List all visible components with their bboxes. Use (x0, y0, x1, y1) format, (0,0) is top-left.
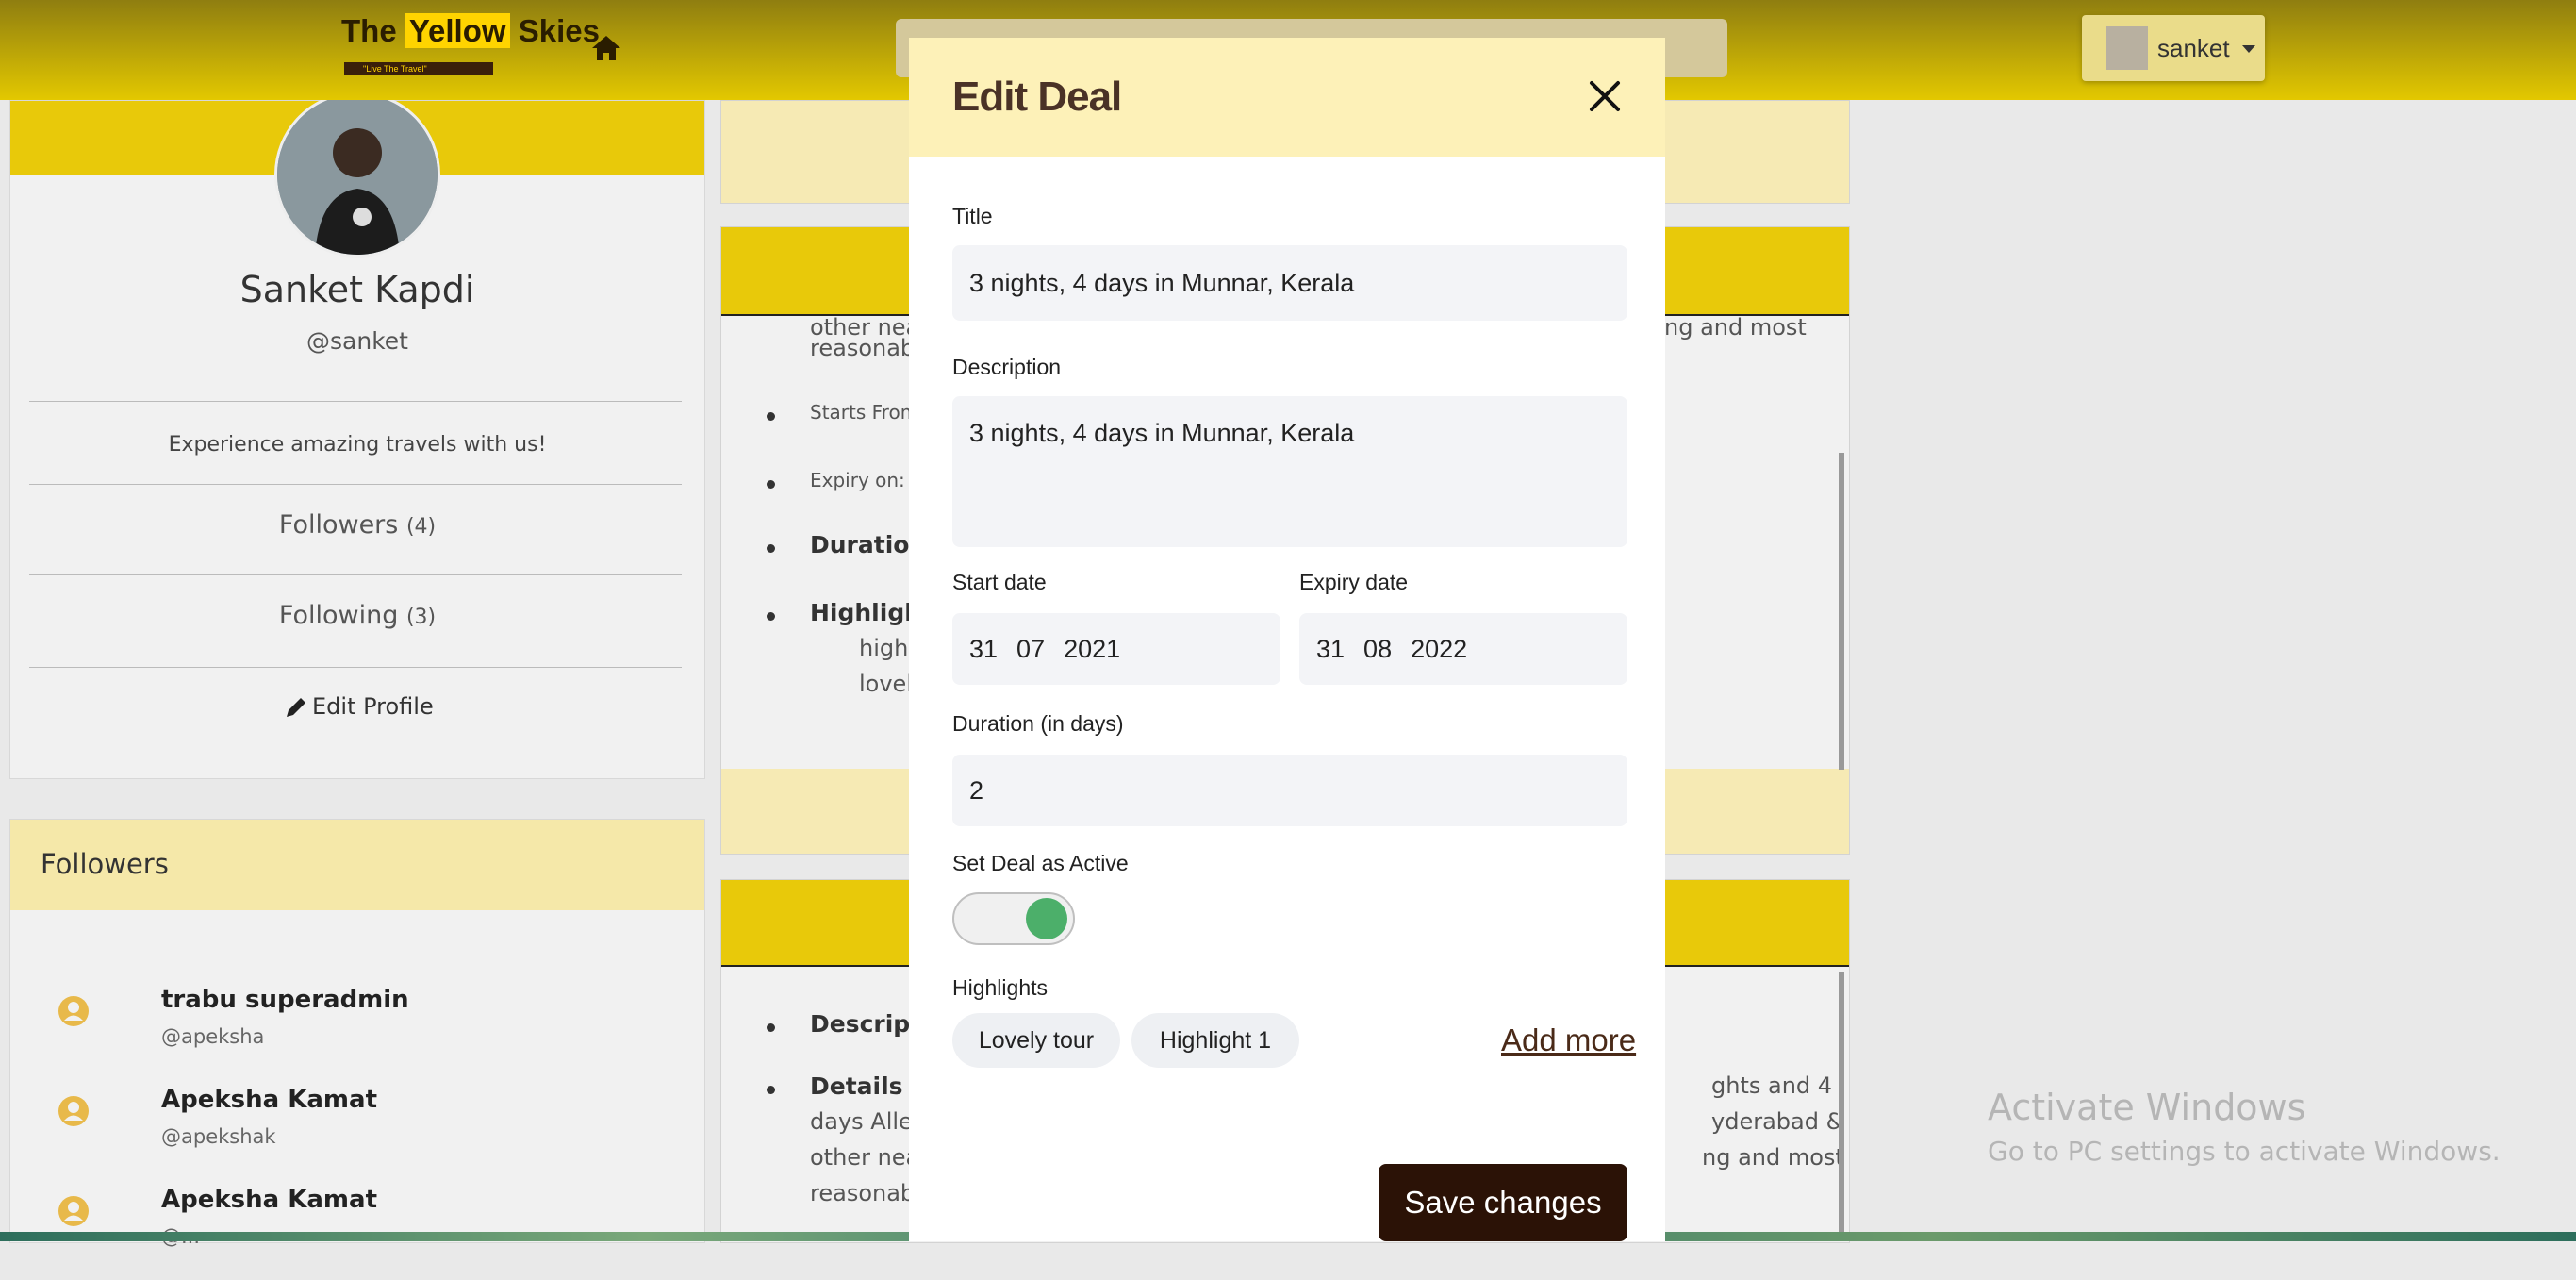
modal-header: Edit Deal (909, 38, 1665, 157)
description-textarea[interactable]: 3 nights, 4 days in Munnar, Kerala (952, 396, 1627, 547)
description-label: Description (952, 355, 1062, 379)
start-date-month: 07 (1016, 634, 1046, 663)
start-date-year: 2021 (1064, 634, 1121, 663)
active-toggle[interactable] (952, 892, 1075, 945)
highlight-chip-label: Lovely tour (978, 1026, 1095, 1054)
expiry-date-day: 31 (1316, 634, 1346, 663)
active-label: Set Deal as Active (952, 851, 1129, 875)
toggle-knob (1026, 898, 1067, 939)
save-changes-button[interactable]: Save changes (1379, 1164, 1627, 1241)
highlights-label: Highlights (952, 975, 1048, 1000)
expiry-date-input[interactable]: 31 08 2022 (1299, 613, 1627, 685)
activation-watermark-subtitle: Go to PC settings to activate Windows. (1988, 1136, 2501, 1167)
modal-title: Edit Deal (952, 74, 1122, 120)
start-date-day: 31 (969, 634, 999, 663)
highlight-chip[interactable]: Lovely tour (952, 1013, 1120, 1068)
title-input[interactable]: 3 nights, 4 days in Munnar, Kerala (952, 245, 1627, 321)
add-more-link[interactable]: Add more (1501, 1022, 1636, 1058)
duration-input[interactable]: 2 (952, 755, 1627, 826)
description-value: 3 nights, 4 days in Munnar, Kerala (969, 419, 1355, 447)
highlight-chip[interactable]: Highlight 1 (1131, 1013, 1299, 1068)
title-label: Title (952, 204, 993, 228)
close-button[interactable] (1586, 77, 1624, 115)
expiry-date-label: Expiry date (1299, 570, 1409, 594)
start-date-label: Start date (952, 570, 1047, 594)
activation-watermark-title: Activate Windows (1988, 1087, 2306, 1128)
save-changes-label: Save changes (1404, 1185, 1602, 1220)
highlight-chip-label: Highlight 1 (1159, 1026, 1272, 1054)
expiry-date-year: 2022 (1411, 634, 1468, 663)
edit-deal-modal: Edit Deal Title 3 nights, 4 days in Munn… (909, 38, 1665, 1241)
duration-label: Duration (in days) (952, 711, 1124, 736)
duration-value: 2 (969, 775, 984, 805)
close-icon (1590, 81, 1620, 111)
title-value: 3 nights, 4 days in Munnar, Kerala (969, 268, 1355, 297)
expiry-date-month: 08 (1363, 634, 1393, 663)
start-date-input[interactable]: 31 07 2021 (952, 613, 1280, 685)
